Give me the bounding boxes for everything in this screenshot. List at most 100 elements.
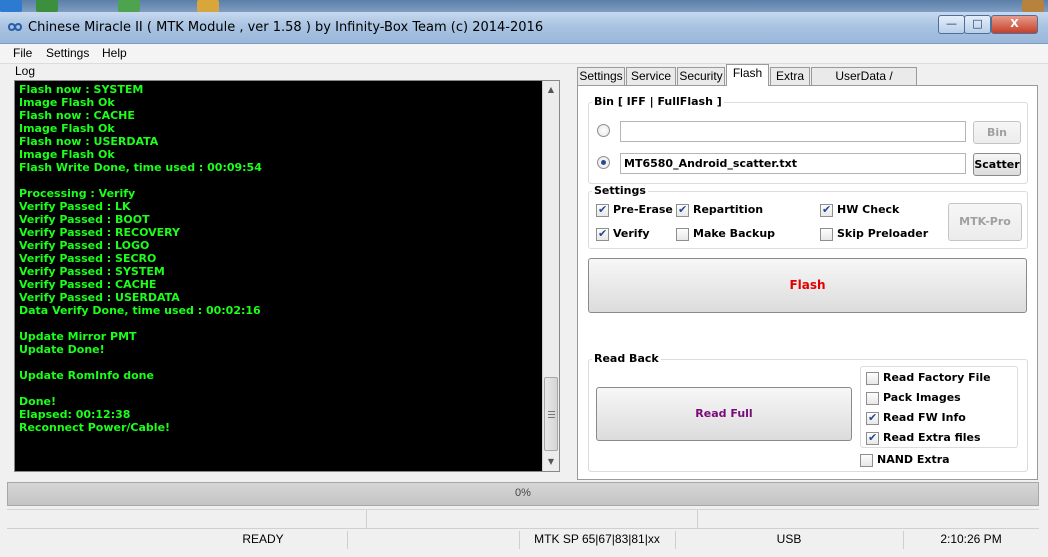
log-line: Flash Write Done, time used : 00:09:54 (19, 161, 262, 174)
checkbox-box (676, 203, 689, 217)
skip-preloader-label: Skip Preloader (837, 227, 929, 240)
checkbox-box (860, 454, 873, 467)
status-chipset: MTK SP 65|67|83|81|xx (534, 532, 660, 546)
read-options-box: Read Factory File Pack Images Read FW In… (860, 366, 1018, 448)
scatter-button[interactable]: Scatter (973, 153, 1021, 176)
bin-group: Bin [ IFF | FullFlash ] Bin MT6580_Andro… (588, 95, 1028, 184)
checkbox-box (596, 203, 609, 217)
grip-line (548, 414, 555, 415)
tab-userdata-forensic[interactable]: UserData / Forensic (811, 67, 917, 100)
pack-images-label: Pack Images (883, 391, 961, 404)
tab-extra[interactable]: Extra (770, 67, 810, 86)
read-back-group: Read Back Read Full Read Factory File Pa… (588, 352, 1028, 472)
log-line: Verify Passed : CACHE (19, 278, 157, 291)
read-full-button[interactable]: Read Full (596, 387, 852, 441)
mtk-pro-button[interactable]: MTK-Pro (948, 203, 1022, 241)
log-line: Update Done! (19, 343, 105, 356)
menu-settings[interactable]: Settings (46, 46, 89, 60)
flash-button[interactable]: Flash (588, 258, 1027, 313)
settings-group: Settings Pre-Erase Repartition HW Check … (588, 184, 1028, 249)
log-line: Flash now : SYSTEM (19, 83, 144, 96)
close-button[interactable]: X (991, 15, 1038, 34)
log-line: Verify Passed : SYSTEM (19, 265, 165, 278)
flash-tab-panel: Bin [ IFF | FullFlash ] Bin MT6580_Andro… (577, 85, 1038, 480)
log-line: Image Flash Ok (19, 122, 115, 135)
desktop-shortcut-icon (1022, 0, 1044, 12)
checkbox-box (596, 227, 609, 241)
make-backup-label: Make Backup (693, 227, 776, 240)
bin-button[interactable]: Bin (973, 121, 1021, 144)
log-line: Image Flash Ok (19, 96, 115, 109)
read-extra-files-label: Read Extra files (883, 431, 981, 444)
status-connection: USB (776, 532, 802, 546)
progress-text: 0% (515, 487, 531, 499)
desktop-shortcut-icon (0, 0, 22, 12)
hw-check-label: HW Check (837, 203, 900, 216)
log-line: Done! (19, 395, 56, 408)
log-line: Verify Passed : USERDATA (19, 291, 180, 304)
menu-file[interactable]: File (13, 46, 32, 60)
scroll-thumb[interactable] (544, 377, 558, 451)
info-strip (7, 509, 1039, 528)
log-line: Data Verify Done, time used : 00:02:16 (19, 304, 261, 317)
tab-settings[interactable]: Settings (577, 67, 625, 86)
log-line: Processing : Verify (19, 187, 136, 200)
divider (366, 510, 367, 528)
checkbox-box (820, 203, 833, 217)
menu-bar: File Settings Help (0, 44, 1048, 64)
settings-group-label: Settings (592, 184, 648, 197)
verify-label: Verify (613, 227, 650, 240)
log-panel[interactable]: Flash now : SYSTEM Image Flash Ok Flash no… (14, 80, 560, 472)
tab-flash[interactable]: Flash (726, 64, 769, 86)
status-time: 2:10:26 PM (940, 532, 1002, 546)
log-line: Verify Passed : LOGO (19, 239, 150, 252)
grip-line (548, 417, 555, 418)
title-bar[interactable]: Chinese Miracle II ( MTK Module , ver 1.… (0, 12, 1048, 44)
log-label: Log (15, 64, 36, 78)
log-line: Flash now : CACHE (19, 109, 135, 122)
log-line: Reconnect Power/Cable! (19, 421, 171, 434)
desktop-shortcut-icon (36, 0, 58, 12)
checkbox-box (866, 392, 879, 405)
log-output: Flash now : SYSTEM Image Flash Ok Flash no… (19, 83, 539, 469)
log-line: Verify Passed : LK (19, 200, 131, 213)
read-back-group-label: Read Back (592, 352, 661, 365)
menu-help[interactable]: Help (102, 46, 127, 60)
desktop-shortcut-icon (197, 0, 219, 12)
checkbox-box (820, 228, 833, 241)
desktop-background (0, 0, 1048, 12)
checkbox-box (866, 411, 879, 425)
scroll-up-icon[interactable]: ▲ (543, 81, 559, 98)
status-bar: READY MTK SP 65|67|83|81|xx USB 2:10:26 … (7, 528, 1039, 550)
pre-erase-label: Pre-Erase (613, 203, 673, 216)
log-line: Verify Passed : RECOVERY (19, 226, 181, 239)
log-line: Update Mirror PMT (19, 330, 137, 343)
nand-extra-label: NAND Extra (877, 453, 950, 466)
scroll-down-icon[interactable]: ▼ (543, 453, 559, 470)
tab-service[interactable]: Service (626, 67, 676, 86)
scatter-file-field[interactable]: MT6580_Android_scatter.txt (620, 153, 966, 174)
minimize-button[interactable]: — (938, 15, 965, 34)
read-fw-info-label: Read FW Info (883, 411, 966, 424)
read-factory-file-label: Read Factory File (883, 371, 991, 384)
log-line: Flash now : USERDATA (19, 135, 159, 148)
window-title: Chinese Miracle II ( MTK Module , ver 1.… (28, 20, 544, 35)
maximize-button[interactable]: □ (964, 15, 991, 34)
log-scrollbar[interactable]: ▲ ▼ (542, 81, 559, 471)
scatter-radio[interactable] (597, 156, 610, 169)
log-line: Elapsed: 00:12:38 (19, 408, 131, 421)
progress-bar: 0% (7, 482, 1039, 506)
bin-group-label: Bin [ IFF | FullFlash ] (592, 95, 724, 108)
divider (697, 510, 698, 528)
log-line: Image Flash Ok (19, 148, 115, 161)
tab-security[interactable]: Security (677, 67, 725, 86)
bin-radio[interactable] (597, 124, 610, 137)
log-line: Update RomInfo done (19, 369, 154, 382)
log-line: Verify Passed : SECRO (19, 252, 157, 265)
log-line: Verify Passed : BOOT (19, 213, 150, 226)
desktop-shortcut-icon (118, 0, 140, 12)
bin-file-field[interactable] (620, 121, 966, 142)
